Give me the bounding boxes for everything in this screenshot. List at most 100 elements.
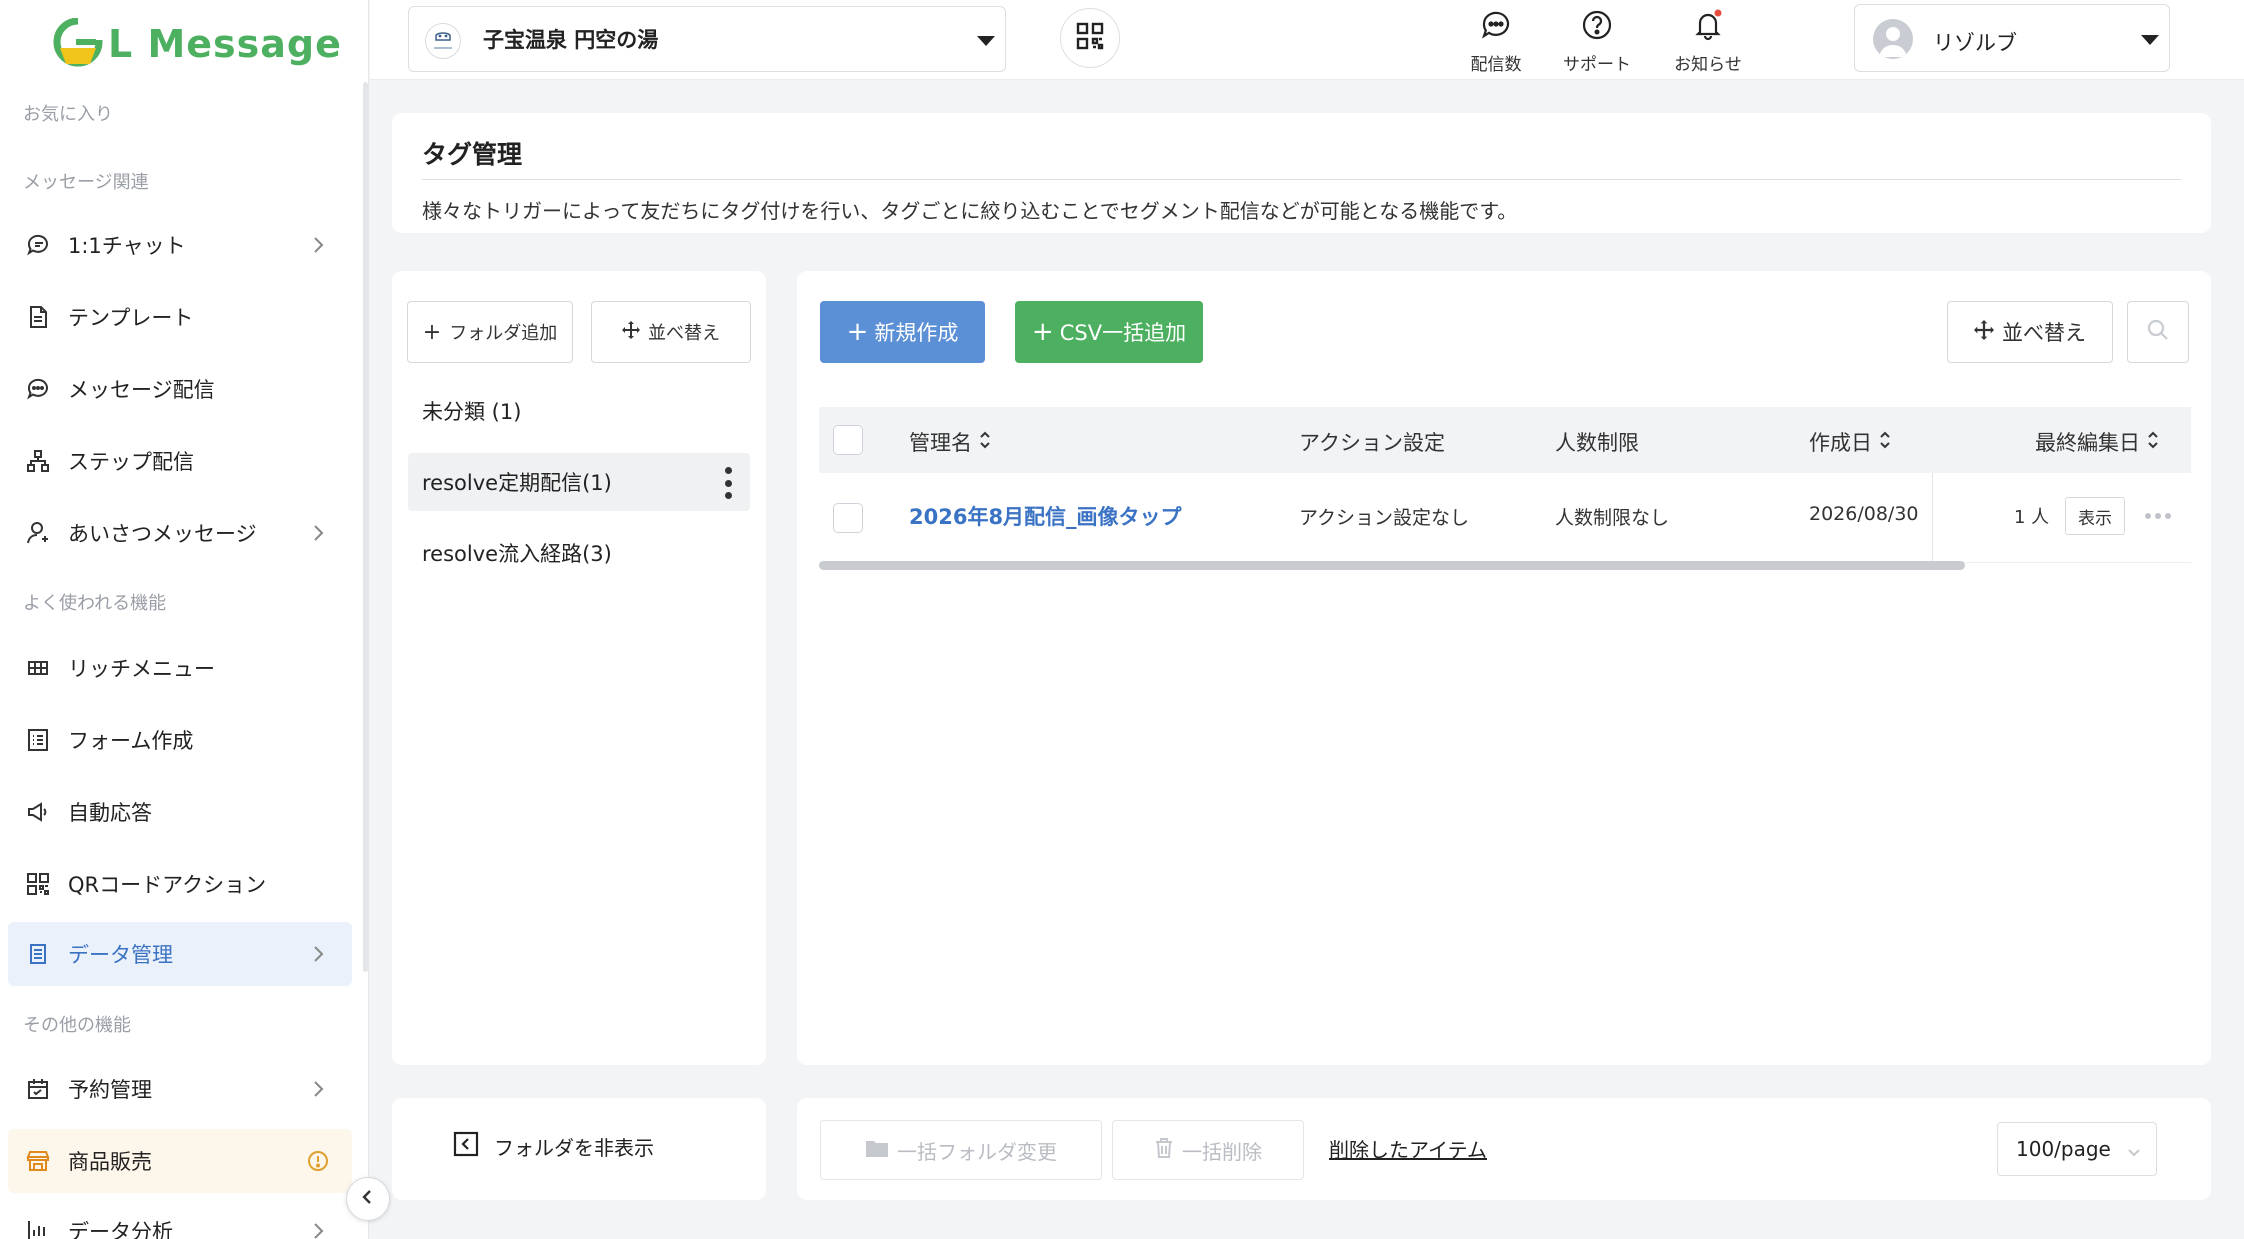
search-icon: [2146, 318, 2170, 347]
sidebar-item-label: 1:1チャット: [68, 234, 186, 258]
tag-name-link[interactable]: 2026年8月配信_画像タップ: [909, 501, 1182, 531]
sidebar-item-rich-menu[interactable]: リッチメニュー: [8, 636, 352, 700]
column-label: 管理名: [909, 431, 972, 455]
sidebar-item-label: ステップ配信: [68, 450, 194, 474]
sidebar-item-auto-reply[interactable]: 自動応答: [8, 780, 352, 844]
sidebar-item-step-delivery[interactable]: ステップ配信: [8, 429, 352, 493]
folder-item-resolve-inflow[interactable]: resolve流入経路(3): [408, 524, 750, 582]
tag-sort-button[interactable]: 並べ替え: [1947, 301, 2113, 363]
sidebar-item-greeting[interactable]: あいさつメッセージ: [8, 501, 352, 565]
sidebar-item-label: リッチメニュー: [68, 657, 215, 681]
avatar: [1873, 19, 1913, 59]
folder-item-uncategorized[interactable]: 未分類 (1): [408, 382, 750, 440]
database-icon: [24, 940, 52, 968]
user-icon: [24, 519, 52, 547]
bulk-delete-label: 一括削除: [1182, 1139, 1262, 1164]
caret-down-icon: [2141, 35, 2159, 45]
sidebar-item-reservation[interactable]: 予約管理: [8, 1057, 352, 1121]
page-size-select[interactable]: 100/page: [1997, 1122, 2157, 1176]
calendar-icon: [24, 1075, 52, 1103]
new-tag-label: 新規作成: [874, 321, 959, 345]
sidebar-item-data-analysis[interactable]: データ分析: [8, 1199, 352, 1239]
step-tree-icon: [24, 447, 52, 475]
sidebar-item-label: テンプレート: [68, 306, 194, 330]
delivery-count-button[interactable]: 配信数: [1451, 8, 1541, 75]
search-button[interactable]: [2127, 301, 2189, 363]
top-header: 子宝温泉 円空の湯 配信数 サポート お知らせ リゾルブ: [370, 0, 2244, 80]
new-tag-button[interactable]: + 新規作成: [820, 301, 985, 363]
hide-folders-button[interactable]: フォルダを非表示: [452, 1130, 654, 1163]
sidebar-item-product-sales[interactable]: 商品販売: [8, 1129, 352, 1193]
folder-panel: + フォルダ追加 並べ替え 未分類 (1) resolve定期配信(1) res…: [392, 271, 766, 1065]
sidebar-item-label: データ管理: [68, 943, 173, 967]
bulk-folder-change-button[interactable]: 一括フォルダ変更: [820, 1120, 1102, 1180]
folder-sort-button[interactable]: 並べ替え: [591, 301, 751, 363]
megaphone-icon: [24, 798, 52, 826]
sort-icon: [978, 428, 992, 457]
sidebar-item-label: 予約管理: [68, 1078, 152, 1102]
sidebar-item-label: QRコードアクション: [68, 873, 267, 897]
sidebar-item-message-delivery[interactable]: メッセージ配信: [8, 357, 352, 421]
user-name: リゾルブ: [1933, 31, 2017, 55]
section-label-frequent: よく使われる機能: [23, 593, 167, 614]
sort-icon: [1878, 428, 1892, 457]
bulk-delete-button[interactable]: 一括削除: [1112, 1120, 1304, 1180]
column-divider: [1932, 473, 1933, 563]
sidebar-item-chat[interactable]: 1:1チャット: [8, 213, 352, 277]
page-title: タグ管理: [422, 140, 523, 169]
page-description: 様々なトリガーによって友だちにタグ付けを行い、タグごとに絞り込むことでセグメント…: [422, 199, 1518, 223]
section-label-messages: メッセージ関連: [23, 172, 149, 193]
notifications-button[interactable]: お知らせ: [1663, 8, 1753, 75]
sidebar-item-qr-action[interactable]: QRコードアクション: [8, 852, 352, 916]
column-header-last-edited[interactable]: 最終編集日: [2035, 427, 2160, 457]
user-menu[interactable]: リゾルブ: [1854, 4, 2170, 72]
section-label-favorites: お気に入り: [23, 104, 113, 125]
account-name: 子宝温泉 円空の湯: [483, 28, 659, 52]
column-label: 作成日: [1809, 431, 1872, 455]
select-all-checkbox[interactable]: [833, 425, 863, 455]
deleted-items-link[interactable]: 削除したアイテム: [1329, 1134, 1487, 1163]
sidebar-scrollbar[interactable]: [363, 82, 368, 972]
column-header-created[interactable]: 作成日: [1809, 427, 1892, 457]
csv-import-button[interactable]: + CSV一括追加: [1015, 301, 1203, 363]
support-button[interactable]: サポート: [1552, 8, 1642, 75]
sidebar-item-label: メッセージ配信: [68, 378, 215, 402]
row-checkbox[interactable]: [833, 503, 863, 533]
folder-item-resolve-regular[interactable]: resolve定期配信(1): [408, 453, 750, 511]
bulk-folder-change-label: 一括フォルダ変更: [897, 1139, 1057, 1164]
view-button[interactable]: 表示: [2065, 497, 2125, 535]
collapse-sidebar-button[interactable]: [346, 1177, 390, 1221]
sidebar-item-label: フォーム作成: [68, 729, 194, 753]
sidebar-item-template[interactable]: テンプレート: [8, 285, 352, 349]
tag-sort-label: 並べ替え: [2002, 321, 2086, 345]
sidebar-item-label: データ分析: [68, 1220, 173, 1239]
created-date-value: 2026/08/30: [1809, 503, 1919, 525]
chevron-right-icon: [306, 1077, 330, 1101]
plus-icon: +: [1031, 317, 1054, 347]
sidebar-item-data-management[interactable]: データ管理: [8, 922, 352, 986]
csv-import-label: CSV一括追加: [1059, 321, 1187, 345]
account-select[interactable]: 子宝温泉 円空の湯: [408, 6, 1006, 72]
trash-icon: [1154, 1137, 1174, 1164]
title-divider: [422, 179, 2181, 180]
sidebar-item-form[interactable]: フォーム作成: [8, 708, 352, 772]
store-icon: [24, 1147, 52, 1175]
chevron-down-icon: [2126, 1141, 2142, 1165]
add-folder-button[interactable]: + フォルダ追加: [407, 301, 573, 363]
logo-icon: [52, 17, 104, 70]
notifications-label: お知らせ: [1674, 55, 1742, 75]
kebab-menu-icon[interactable]: [724, 467, 732, 499]
column-label: アクション設定: [1299, 431, 1445, 455]
folder-item-label: 未分類 (1): [422, 400, 522, 424]
friend-count-value: 1 人: [2014, 507, 2050, 528]
account-avatar: [425, 23, 461, 59]
qr-code-button[interactable]: [1060, 8, 1120, 68]
warning-icon: [306, 1149, 330, 1173]
bell-icon: [1691, 8, 1725, 42]
sort-icon: [2146, 428, 2160, 457]
sidebar-item-label: 自動応答: [68, 801, 152, 825]
column-header-name[interactable]: 管理名: [909, 427, 992, 457]
more-options-icon[interactable]: [2145, 513, 2171, 519]
brand-logo[interactable]: L Message: [52, 12, 342, 76]
horizontal-scrollbar[interactable]: [819, 561, 1965, 570]
